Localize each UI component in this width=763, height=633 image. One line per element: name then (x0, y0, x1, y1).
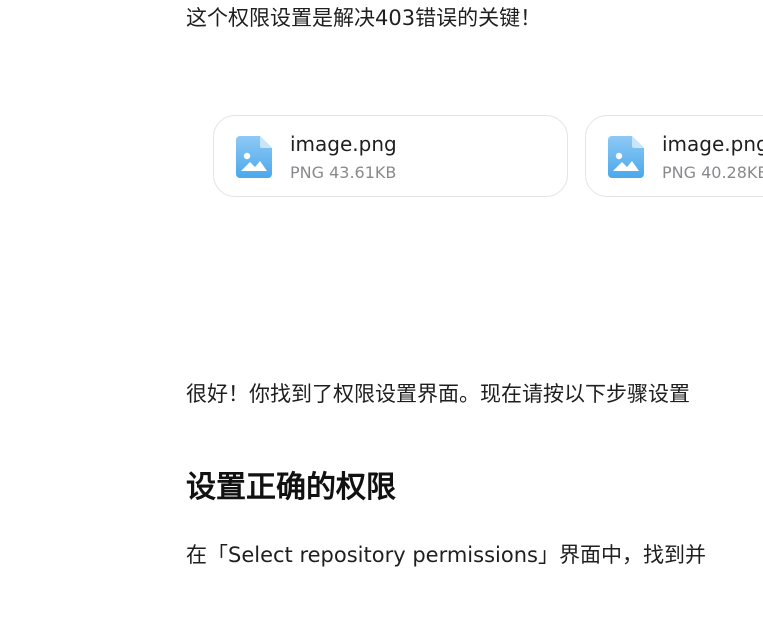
attachment-card[interactable]: image.png PNG 43.61KB (213, 115, 568, 197)
image-file-icon (236, 136, 272, 178)
attachment-card[interactable]: image.png PNG 40.28KB (585, 115, 763, 197)
attachment-file-name: image.png (290, 132, 397, 156)
section-heading: 设置正确的权限 (186, 470, 396, 505)
chat-message-content: 这个权限设置是解决403错误的关键！ image.png PNG 43.61KB (0, 0, 763, 633)
attachment-file-meta: PNG 43.61KB (290, 163, 397, 182)
found-paragraph: 很好！你找到了权限设置界面。现在请按以下步骤设置 (186, 382, 690, 406)
image-file-icon (608, 136, 644, 178)
instruction-paragraph: 在「Select repository permissions」界面中，找到并 (186, 543, 706, 567)
attachment-file-meta: PNG 40.28KB (662, 163, 763, 182)
attachment-file-name: image.png (662, 132, 763, 156)
attachment-list: image.png PNG 43.61KB image.png PNG 40.2… (213, 115, 763, 199)
intro-paragraph: 这个权限设置是解决403错误的关键！ (186, 6, 542, 30)
